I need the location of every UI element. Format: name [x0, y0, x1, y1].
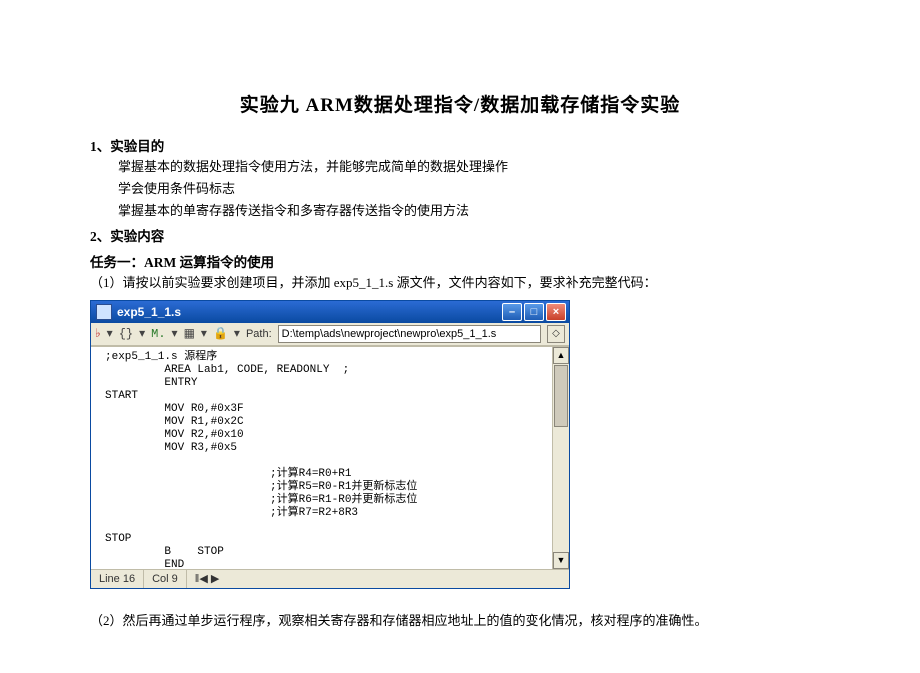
- document-page: 实验九 ARM数据处理指令/数据加载存储指令实验 1、实验目的 掌握基本的数据处…: [0, 0, 920, 673]
- code-line: AREA Lab1, CODE, READONLY ;: [105, 364, 349, 376]
- code-line: STOP: [105, 533, 131, 545]
- status-extra: ‖◀ ▶: [187, 570, 569, 588]
- window-buttons: – □ ×: [502, 303, 566, 321]
- path-field[interactable]: D:\temp\ads\newproject\newpro\exp5_1_1.s: [278, 325, 541, 343]
- task1-paragraph2: （2）然后再通过单步运行程序，观察相关寄存器和存储器相应地址上的值的变化情况，核…: [90, 611, 830, 631]
- code-line: ENTRY: [105, 377, 197, 389]
- goal-line: 掌握基本的数据处理指令使用方法，并能够完成简单的数据处理操作: [118, 157, 830, 177]
- toolbar-separator: ▾: [107, 326, 113, 341]
- toolbar-separator: ▾: [234, 326, 240, 341]
- path-go-button[interactable]: ◇: [547, 325, 565, 343]
- file-icon: [96, 304, 112, 320]
- code-line: START: [105, 390, 138, 402]
- goal-line: 掌握基本的单寄存器传送指令和多寄存器传送指令的使用方法: [118, 201, 830, 221]
- scroll-down-button[interactable]: ▼: [553, 552, 569, 569]
- code-line: ;计算R6=R1-R0并更新标志位: [105, 494, 417, 506]
- goal-line: 学会使用条件码标志: [118, 179, 830, 199]
- toolbar-separator: ▾: [139, 326, 145, 341]
- section1-body: 掌握基本的数据处理指令使用方法，并能够完成简单的数据处理操作 学会使用条件码标志…: [90, 157, 830, 221]
- code-line: ;计算R4=R0+R1: [105, 468, 351, 480]
- toolbar-separator: ▾: [201, 326, 207, 341]
- code-editor-window: exp5_1_1.s – □ × ♭ ▾ {} ▾ M. ▾ ▦ ▾ 🔒 ▾ P…: [90, 300, 570, 589]
- m-icon[interactable]: M.: [151, 327, 165, 341]
- code-line: MOV R2,#0x10: [105, 429, 244, 441]
- task1-heading: 任务一：ARM 运算指令的使用: [90, 251, 830, 271]
- braces-icon[interactable]: {}: [119, 327, 133, 341]
- path-label: Path:: [246, 328, 272, 340]
- scroll-up-button[interactable]: ▲: [553, 347, 569, 364]
- code-line: ;计算R5=R0-R1并更新标志位: [105, 481, 417, 493]
- code-area[interactable]: ;exp5_1_1.s 源程序 AREA Lab1, CODE, READONL…: [91, 346, 569, 569]
- scroll-thumb[interactable]: [554, 365, 568, 427]
- code-line: ;exp5_1_1.s 源程序: [105, 351, 217, 363]
- code-line: ;计算R7=R2+8R3: [105, 507, 358, 519]
- status-col-indicator: Col 9: [144, 570, 187, 588]
- status-line-indicator: Line 16: [91, 570, 144, 588]
- code-line: MOV R0,#0x3F: [105, 403, 244, 415]
- document-title: 实验九 ARM数据处理指令/数据加载存储指令实验: [90, 90, 830, 117]
- code-content: ;exp5_1_1.s 源程序 AREA Lab1, CODE, READONL…: [91, 347, 569, 569]
- section2-heading: 2、实验内容: [90, 225, 830, 245]
- minimize-button[interactable]: –: [502, 303, 522, 321]
- code-line: MOV R3,#0x5: [105, 442, 237, 454]
- task1-paragraph: （1）请按以前实验要求创建项目，并添加 exp5_1_1.s 源文件，文件内容如…: [90, 273, 830, 293]
- lock-icon[interactable]: 🔒: [213, 326, 228, 341]
- window-titlebar[interactable]: exp5_1_1.s – □ ×: [91, 301, 569, 323]
- vertical-scrollbar[interactable]: ▲ ▼: [552, 347, 569, 569]
- code-line: MOV R1,#0x2C: [105, 416, 244, 428]
- window-title: exp5_1_1.s: [117, 305, 502, 319]
- editor-toolbar: ♭ ▾ {} ▾ M. ▾ ▦ ▾ 🔒 ▾ Path: D:\temp\ads\…: [91, 323, 569, 346]
- maximize-button[interactable]: □: [524, 303, 544, 321]
- section1-heading: 1、实验目的: [90, 135, 830, 155]
- close-button[interactable]: ×: [546, 303, 566, 321]
- code-line: END: [105, 559, 184, 569]
- toolbar-separator: ▾: [172, 326, 178, 341]
- grid-icon[interactable]: ▦: [184, 326, 195, 341]
- code-line: B STOP: [105, 546, 224, 558]
- status-bar: Line 16 Col 9 ‖◀ ▶: [91, 569, 569, 588]
- toolbar-icon[interactable]: ♭: [95, 326, 101, 341]
